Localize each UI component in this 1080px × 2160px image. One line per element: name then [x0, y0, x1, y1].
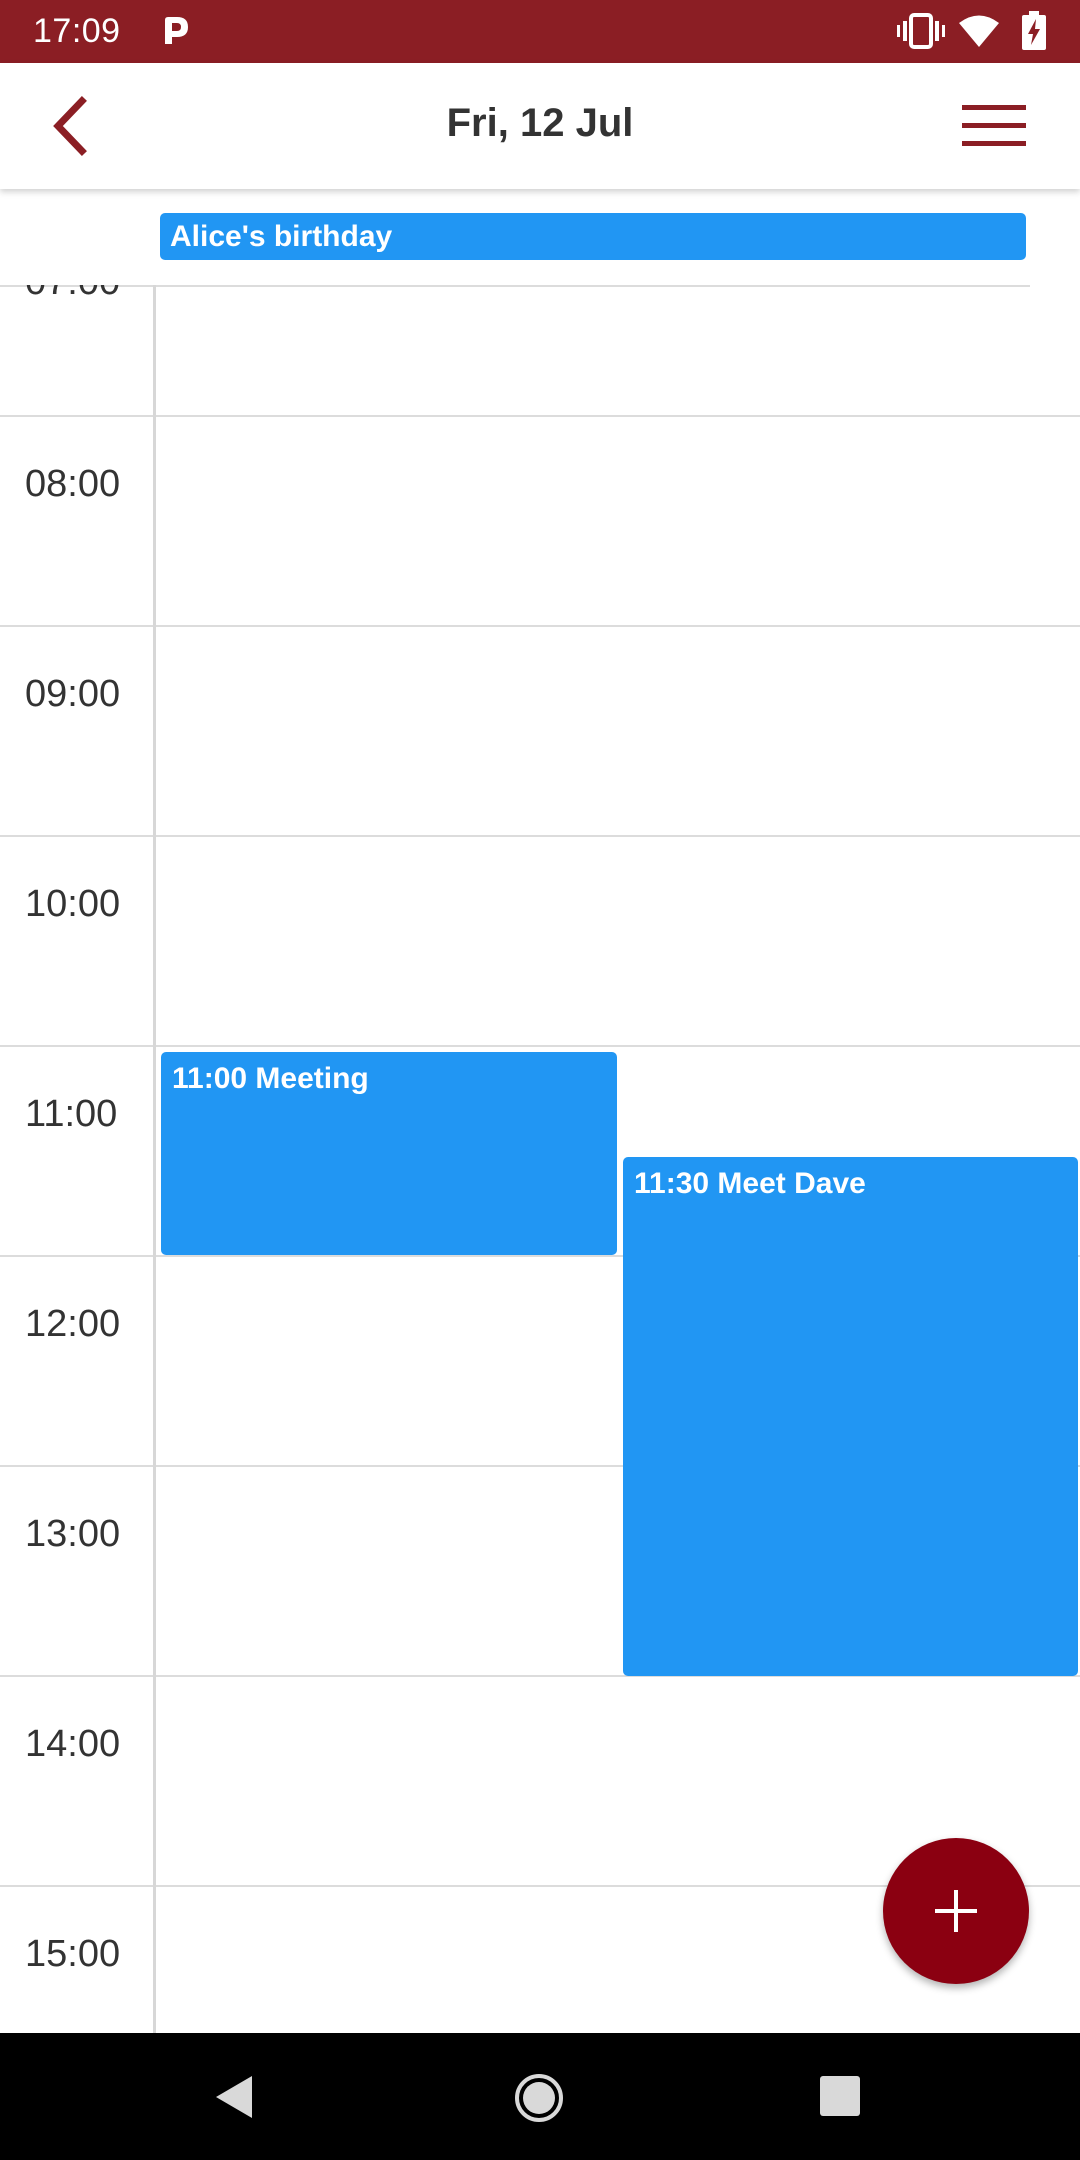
hour-label-partial: 07:00: [25, 285, 120, 304]
all-day-event[interactable]: Alice's birthday: [160, 213, 1026, 260]
battery-charging-icon: [1022, 11, 1046, 50]
wifi-icon: [959, 15, 999, 47]
app-bar: Fri, 12 Jul: [0, 63, 1080, 189]
hour-label: 08:00: [25, 463, 121, 505]
hour-row: 08:00: [0, 415, 1080, 625]
parking-p-icon: [165, 17, 188, 44]
menu-button[interactable]: [956, 93, 1032, 159]
status-bar: 17:09: [0, 0, 1080, 63]
nav-back-icon[interactable]: [212, 2073, 256, 2121]
hamburger-menu-icon: [962, 105, 1026, 146]
hour-row: 10:00: [0, 835, 1080, 1045]
nav-recents-icon[interactable]: [820, 2076, 860, 2116]
hour-label: 12:00: [25, 1303, 121, 1345]
add-event-button[interactable]: [883, 1838, 1029, 1984]
day-timeline[interactable]: 07:00 08:00 09:00 10:00 11:00 12:00 13:0…: [0, 285, 1080, 2033]
nav-home-icon[interactable]: [514, 2073, 564, 2123]
hour-label: 14:00: [25, 1723, 121, 1765]
hour-label: 09:00: [25, 673, 121, 715]
hour-divider: [0, 415, 1080, 417]
event-meeting[interactable]: 11:00 Meeting: [161, 1052, 617, 1255]
hour-divider: [0, 625, 1080, 627]
hour-label: 15:00: [25, 1933, 121, 1975]
event-meet-dave[interactable]: 11:30 Meet Dave: [623, 1157, 1078, 1676]
hour-label: 13:00: [25, 1513, 121, 1555]
hour-label: 11:00: [25, 1093, 118, 1135]
hour-divider: [0, 1045, 1080, 1047]
vibrate-icon: [897, 13, 945, 49]
hour-row: 09:00: [0, 625, 1080, 835]
all-day-row: Alice's birthday: [0, 189, 1080, 285]
hour-divider: [0, 835, 1080, 837]
status-time: 17:09: [33, 12, 121, 50]
page-title: Fri, 12 Jul: [446, 101, 634, 145]
system-nav-bar: [0, 2033, 1080, 2160]
hour-label: 10:00: [25, 883, 121, 925]
time-column-divider: [153, 285, 156, 2033]
